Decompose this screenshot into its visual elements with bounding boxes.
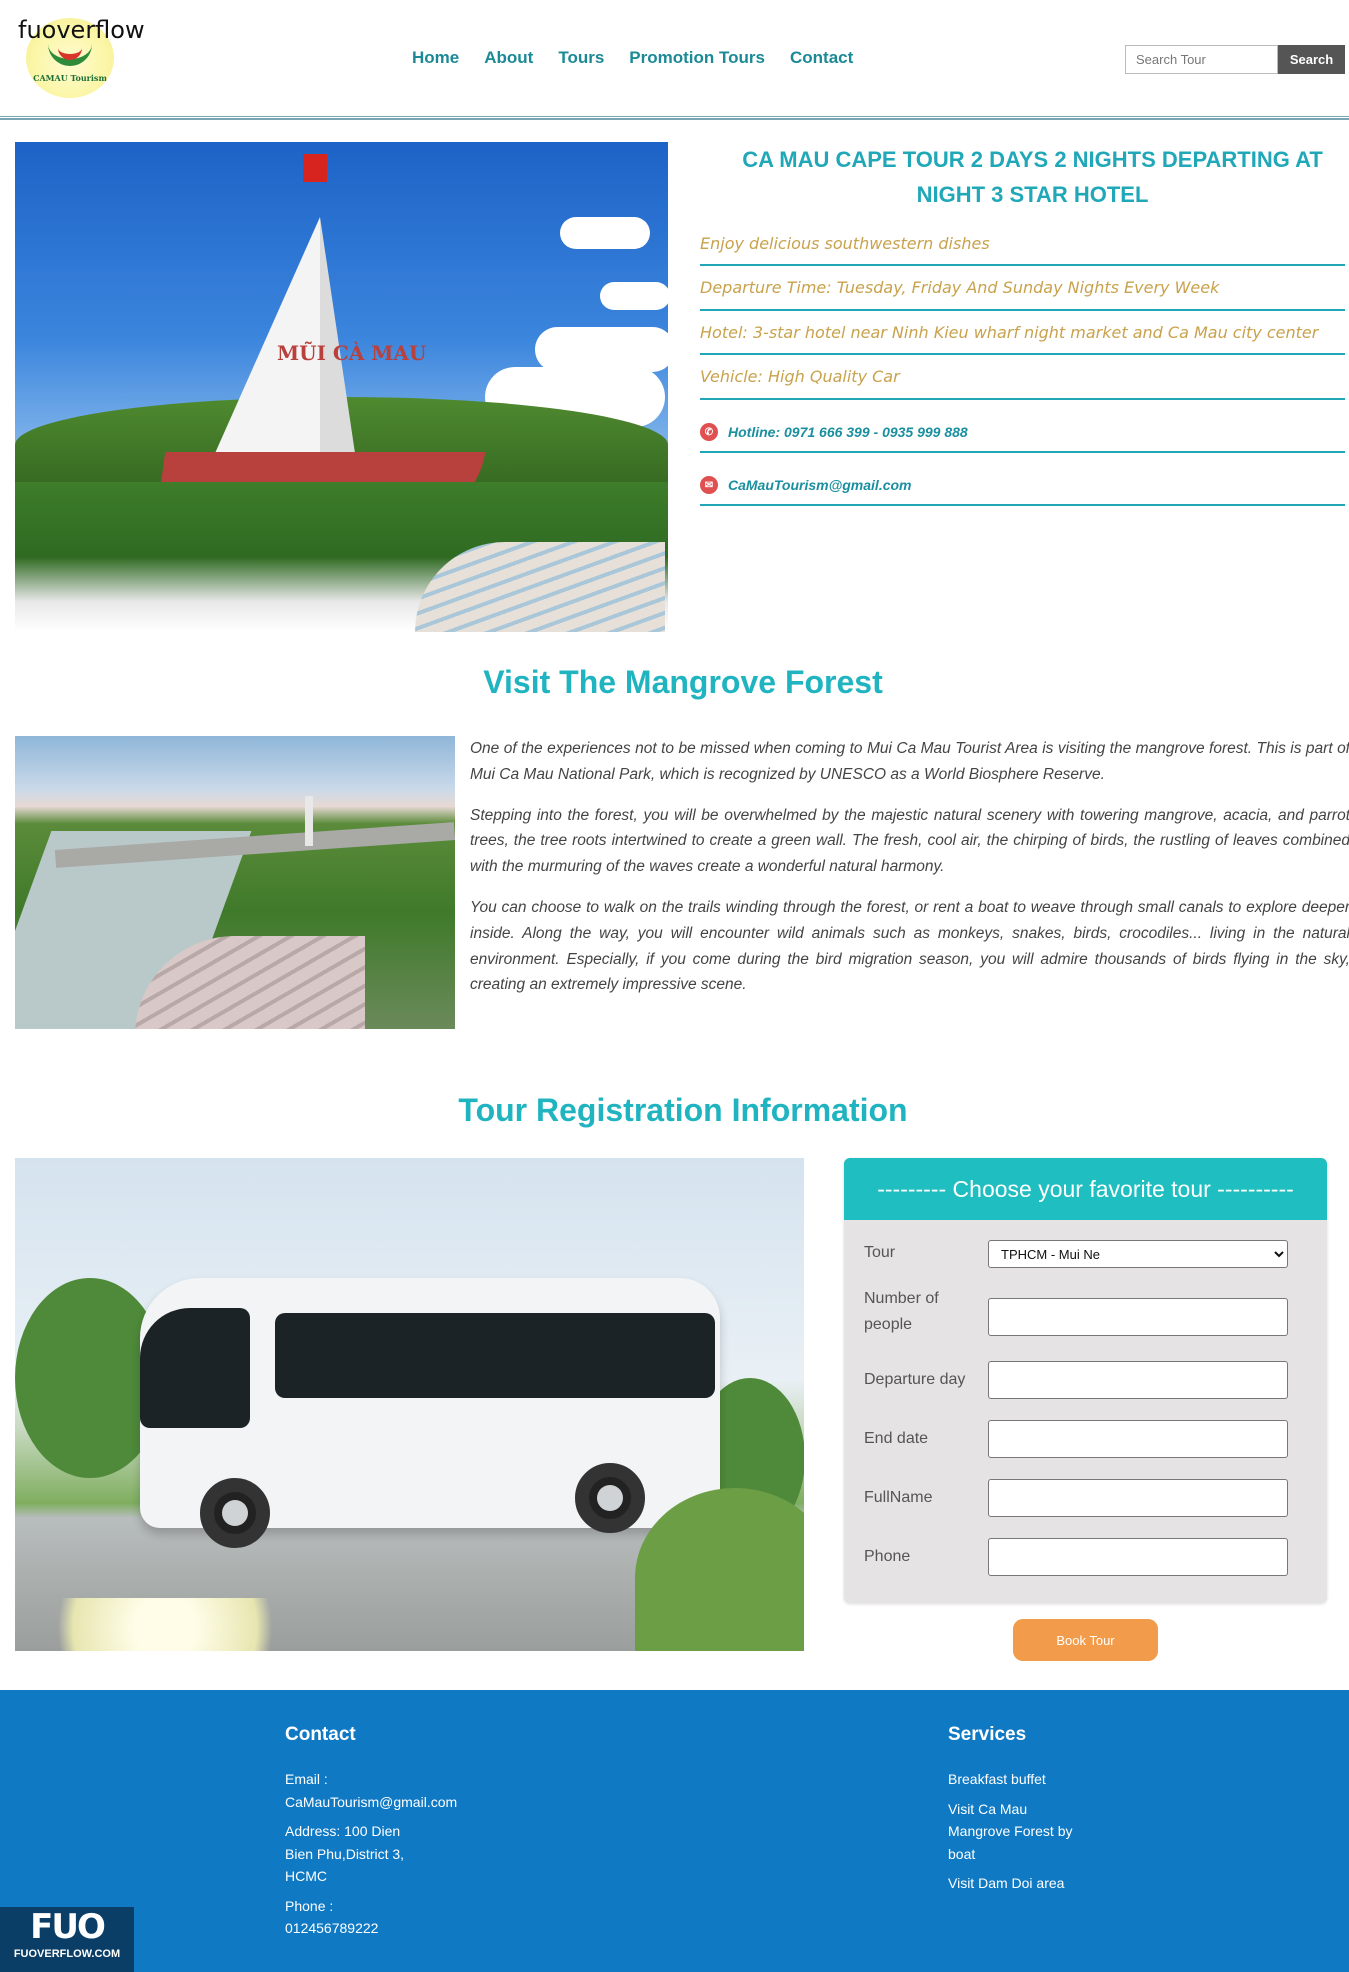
mangrove-image (15, 736, 455, 1029)
logo-text: CAMAU Tourism (33, 73, 107, 83)
tour-summary: CA MAU CAPE TOUR 2 DAYS 2 NIGHTS DEPARTI… (700, 142, 1345, 506)
highlight-hotel: Hotel: 3-star hotel near Ninh Kieu wharf… (700, 311, 1345, 355)
bus-image (15, 1158, 804, 1651)
hero-image-ca-mau-cape: MŨI CÀ MAU (15, 142, 668, 632)
nav-promotion-tours[interactable]: Promotion Tours (629, 48, 765, 68)
people-label: Number of people (864, 1290, 939, 1333)
footer-email-value[interactable]: CaMauTourism@gmail.com (285, 1794, 457, 1810)
fuoverflow-badge[interactable]: FUO FUOVERFLOW.COM (0, 1907, 134, 1972)
badge-site-text: FUOVERFLOW.COM (13, 1948, 121, 1960)
search-bar: Search (1125, 45, 1345, 74)
badge-logo-text: FUO (30, 1907, 106, 1947)
header-divider (0, 116, 1349, 120)
fullname-label: FullName (864, 1489, 933, 1506)
tour-title: CA MAU CAPE TOUR 2 DAYS 2 NIGHTS DEPARTI… (742, 147, 1323, 207)
flag-icon (303, 154, 327, 182)
people-input[interactable] (988, 1298, 1288, 1336)
footer-services: Services Breakfast buffet Visit Ca Mau M… (948, 1724, 1088, 1902)
fullname-input[interactable] (988, 1479, 1288, 1517)
footer-address: Address: 100 Dien Bien Phu,District 3, H… (285, 1823, 405, 1884)
hotline-text: Hotline: 0971 666 399 - 0935 999 888 (728, 424, 968, 440)
end-date-input[interactable] (988, 1420, 1288, 1458)
mangrove-section-title: Visit The Mangrove Forest (483, 664, 883, 700)
highlight-vehicle: Vehicle: High Quality Car (700, 355, 1345, 400)
service-item: Visit Ca Mau Mangrove Forest by boat (948, 1800, 1073, 1862)
service-item: Visit Dam Doi area (948, 1875, 1065, 1891)
mail-icon: ✉ (700, 476, 718, 494)
mangrove-paragraph: One of the experiences not to be missed … (470, 740, 1349, 783)
nav-contact[interactable]: Contact (790, 48, 853, 68)
search-input[interactable] (1125, 45, 1278, 74)
mangrove-paragraph: You can choose to walk on the trails win… (470, 898, 1349, 994)
highlight-dishes: Enjoy delicious southwestern dishes (700, 232, 1345, 266)
email-row[interactable]: ✉ CaMauTourism@gmail.com (700, 453, 1345, 506)
nav-tours[interactable]: Tours (558, 48, 604, 68)
mangrove-description: One of the experiences not to be missed … (470, 736, 1349, 1013)
form-title: --------- Choose your favorite tour ----… (844, 1158, 1327, 1220)
footer-contact: Contact Email : CaMauTourism@gmail.com A… (285, 1724, 485, 1947)
email-text: CaMauTourism@gmail.com (728, 477, 912, 493)
hotline-row[interactable]: ✆ Hotline: 0971 666 399 - 0935 999 888 (700, 400, 1345, 453)
phone-icon: ✆ (700, 423, 718, 441)
tour-label: Tour (864, 1244, 896, 1261)
service-item: Breakfast buffet (948, 1771, 1046, 1787)
phone-label: Phone (864, 1548, 911, 1565)
site-header: fuoverflow CAMAU Tourism Home About Tour… (0, 0, 1349, 120)
departure-input[interactable] (988, 1361, 1288, 1399)
nav-home[interactable]: Home (412, 48, 459, 68)
end-date-label: End date (864, 1430, 929, 1447)
tour-highlights: Enjoy delicious southwestern dishes Depa… (700, 232, 1345, 506)
watermark-text: fuoverflow (18, 16, 145, 44)
hero-sign: MŨI CÀ MAU (277, 341, 427, 365)
departure-label: Departure day (864, 1371, 966, 1388)
phone-input[interactable] (988, 1538, 1288, 1576)
footer-phone: Phone : 012456789222 (285, 1895, 485, 1940)
book-tour-button[interactable]: Book Tour (1013, 1619, 1158, 1661)
footer-services-title: Services (948, 1724, 1027, 1745)
footer-phone-value: 012456789222 (285, 1920, 379, 1936)
site-footer: Contact Email : CaMauTourism@gmail.com A… (0, 1690, 1349, 1972)
footer-email-label: Email : (285, 1771, 328, 1787)
footer-phone-label: Phone : (285, 1897, 334, 1914)
main-nav: Home About Tours Promotion Tours Contact (412, 48, 853, 68)
highlight-departure: Departure Time: Tuesday, Friday And Sund… (700, 266, 1345, 311)
footer-contact-title: Contact (285, 1724, 356, 1745)
nav-about[interactable]: About (484, 48, 533, 68)
footer-email: Email : CaMauTourism@gmail.com (285, 1768, 485, 1813)
search-button[interactable]: Search (1278, 45, 1345, 74)
tour-select[interactable]: TPHCM - Mui Ne (988, 1240, 1288, 1268)
tour-booking-form: --------- Choose your favorite tour ----… (844, 1158, 1327, 1603)
mangrove-paragraph: Stepping into the forest, you will be ov… (470, 806, 1349, 876)
registration-section-title: Tour Registration Information (458, 1092, 908, 1128)
